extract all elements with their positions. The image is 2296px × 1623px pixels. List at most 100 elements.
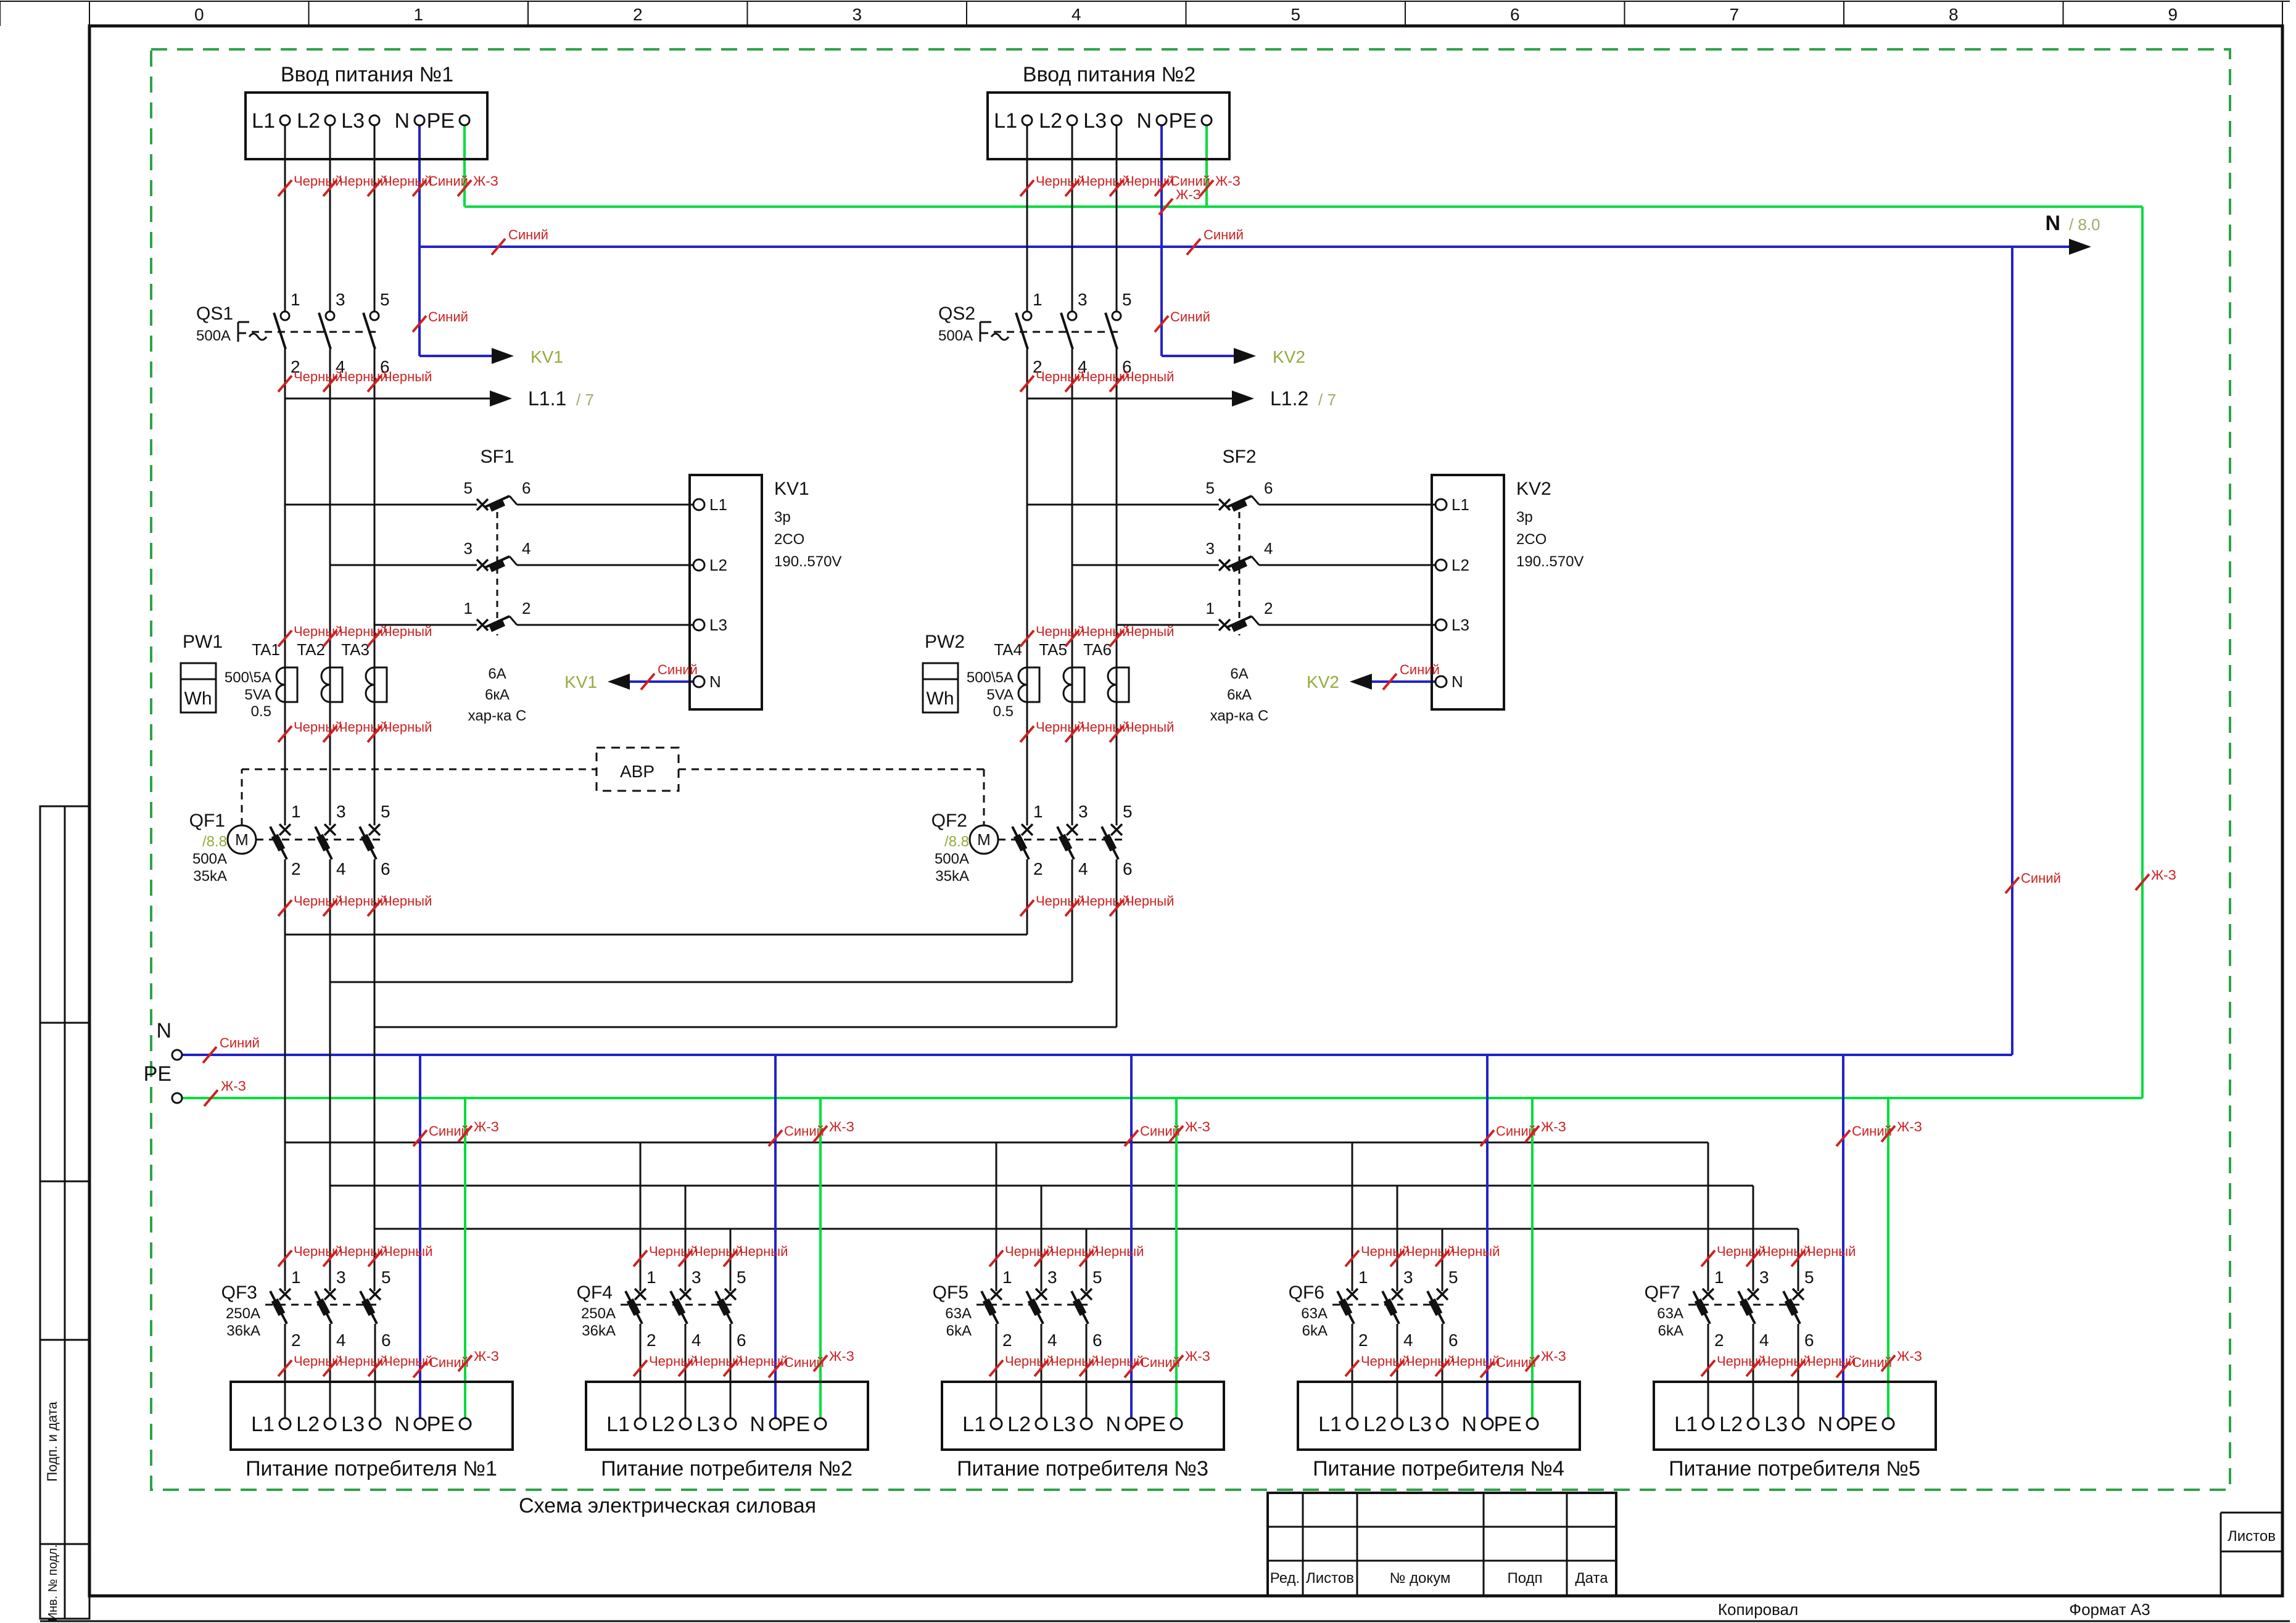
terminal-circle [1170,1417,1183,1431]
terminal-circle [171,1092,183,1104]
release-element [1784,1298,1799,1316]
meter-unit: Wh [184,688,212,709]
pole-number: 3 [1047,1268,1057,1287]
component-name: PW1 [183,632,223,652]
pole-number: 1 [1714,1268,1724,1287]
component-rating: 190..570V [774,553,841,570]
pole-number: 2 [522,599,531,617]
release-element [716,1298,731,1316]
terminal-circle [1110,114,1123,126]
terminal-label: L1 [1674,1413,1698,1436]
pole-number: 1 [464,599,473,617]
arrow-head [1350,674,1372,690]
terminal-label: L3 [696,1413,720,1436]
terminal-label: L1 [962,1413,986,1436]
sheet-ref: / 8.0 [2069,215,2100,234]
component-rating: 63A [945,1305,972,1322]
component-name: QF1 [189,811,225,831]
wire-color-label: Черный [1807,1244,1856,1259]
pole-number: 5 [1206,479,1215,497]
wire-color-label: Черный [739,1244,788,1259]
meter-unit: Wh [927,688,954,709]
wire-color-label: Ж-З [829,1119,854,1134]
actuator-symbol [990,332,1010,341]
terminal-circle [1111,310,1122,321]
ruler-number: 9 [2168,5,2178,24]
wire-color-label: Синий [508,227,548,242]
terminal-label: L2 [297,109,320,133]
pole-number: 6 [1123,859,1133,878]
component-rating: 63A [1301,1305,1328,1322]
pole-number: 5 [381,1268,391,1287]
release-element [271,1298,286,1316]
terminal-circle [1125,1417,1138,1431]
terminal-circle [369,310,380,321]
ruler-number: 6 [1510,5,1520,24]
component-rating: 35kA [193,868,227,885]
terminal-circle [1434,558,1448,572]
wire-color-label: Ж-З [1185,1348,1210,1364]
consumer-title: Питание потребителя №2 [601,1457,853,1481]
terminal-label: L3 [709,616,727,634]
pole-number: 1 [1002,1268,1012,1287]
current-transformer-icon [1027,666,1041,703]
terminal-circle [458,114,471,126]
terminal-circle [368,1417,382,1431]
terminal-label: PE [1494,1413,1522,1436]
component-rating: 36kA [226,1323,260,1339]
terminal-label: L1 [1318,1413,1342,1436]
wire-color-label: Ж-З [1541,1348,1566,1364]
ruler-number: 3 [852,5,862,24]
sidebar-inv-no: Инв. № подл. [46,1545,60,1622]
component-rating: 250A [226,1305,260,1322]
wire-color-label: Ж-З [1176,187,1201,202]
ct-spec: 5VA [986,687,1014,703]
release-element [1694,1298,1709,1316]
terminal-circle [989,1417,1003,1431]
current-transformer-icon [365,666,375,703]
titleblock-label: Подп [1507,1570,1542,1587]
terminal-label: L1 [994,109,1017,133]
wire-color-label: Черный [384,1353,432,1369]
pole-number: 4 [336,1331,346,1350]
component-rating: 190..570V [1516,553,1584,570]
terminal-circle [1034,1417,1048,1431]
pole-number: 5 [1122,290,1132,309]
terminal-circle [634,1417,647,1431]
component-name: QF4 [577,1282,613,1303]
terminal-label: L3 [1083,109,1107,133]
actuator-symbol [248,332,268,341]
component-rating: 2CO [1516,531,1546,548]
titleblock-label: Листов [1306,1570,1354,1587]
terminal-circle [324,114,336,126]
pole-number: 6 [1264,479,1273,497]
ct-name: TA6 [1083,640,1112,659]
component-name: PW2 [925,632,965,652]
wire-color-label: Ж-З [474,1119,499,1134]
terminal-label: L1 [251,1413,275,1436]
terminal-circle [1434,618,1448,632]
component-rating: 6A [488,666,506,682]
terminal-label: PE [1169,109,1197,133]
pole-number: 3 [692,1268,701,1287]
titleblock-label: Ред. [1270,1570,1300,1587]
pole-number: 3 [1759,1268,1769,1287]
wire-color-label: Ж-З [829,1348,854,1364]
terminal-label: N [1136,109,1152,133]
wire-color-label: Черный [1095,1244,1144,1259]
ct-name: TA3 [341,640,370,659]
pole-number: 2 [1264,599,1273,617]
release-element [316,833,331,852]
pole-number: 5 [1123,802,1133,821]
pole-number: 6 [1092,1331,1102,1350]
wire [508,495,518,505]
bus-label: N [156,1019,171,1043]
ruler-number: 5 [1290,5,1300,24]
current-transformer-icon [330,666,344,703]
terminal-label: L3 [341,1413,365,1436]
current-transformer-icon [1072,666,1086,703]
sheet-ref: /8.8 [202,833,227,850]
pole-number: 3 [1078,290,1088,309]
pole-number: 1 [291,802,301,821]
terminal-circle [413,1417,427,1431]
